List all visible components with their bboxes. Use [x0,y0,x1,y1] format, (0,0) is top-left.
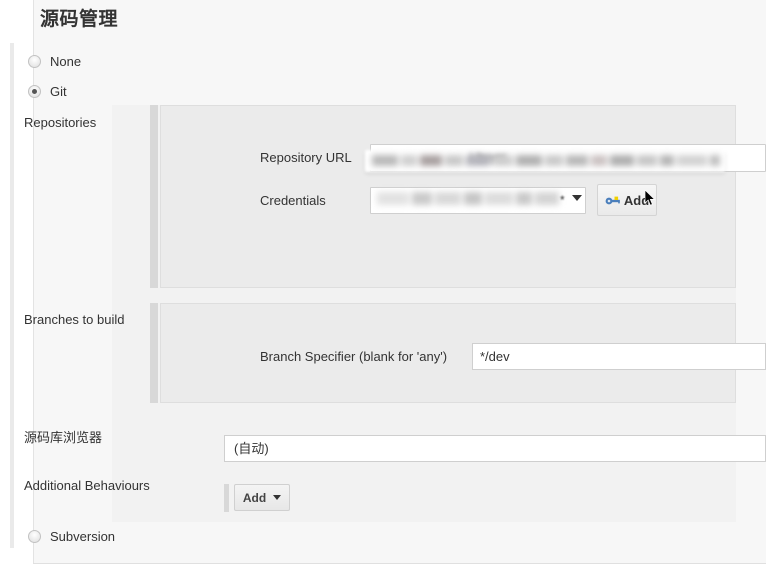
scm-option-git-label: Git [50,83,67,99]
scm-option-none-label: None [50,53,82,69]
branches-to-build-label: Branches to build [24,312,125,327]
repositories-drag-handle[interactable] [150,105,158,288]
additional-behaviours-label: Additional Behaviours [24,478,150,493]
scm-configuration-page: 源码管理 None Git Repositories Branches to b… [0,0,766,572]
additional-behaviours-handle[interactable] [224,484,229,512]
repository-url-suggestion-text: i-buyer [470,150,507,164]
branches-drag-handle[interactable] [150,303,158,403]
radio-none-icon[interactable] [28,54,41,68]
credentials-label: Credentials [260,193,326,208]
radio-subversion-icon[interactable] [28,529,41,543]
additional-behaviours-add-label: Add [242,490,267,505]
key-icon [605,196,620,205]
page-title: 源码管理 [40,9,119,30]
branch-specifier-input[interactable]: */dev [472,343,766,370]
repository-browser-select[interactable]: (自动) [224,435,766,462]
chevron-down-icon [273,495,282,500]
credentials-select[interactable] [370,187,586,214]
repositories-label: Repositories [24,115,97,130]
repository-url-label: Repository URL [260,150,352,165]
scm-radio-group: None Git Repositories Branches to build … [10,43,736,548]
page-bottom-rule [33,563,766,564]
credentials-value-suffix: * [560,193,565,207]
scm-option-subversion[interactable]: Subversion [28,525,115,547]
chevron-down-icon[interactable] [572,195,582,201]
scm-option-subversion-label: Subversion [50,528,116,544]
mouse-cursor-icon [645,190,656,206]
repository-browser-label: 源码库浏览器 [24,430,103,445]
scm-option-none[interactable]: None [28,50,81,72]
radio-git-icon[interactable] [28,84,41,98]
repository-url-suggestion-dropdown[interactable] [365,150,725,172]
branch-specifier-label: Branch Specifier (blank for 'any') [260,349,448,364]
additional-behaviours-add-button[interactable]: Add [234,484,290,511]
scm-option-git[interactable]: Git [28,80,67,102]
